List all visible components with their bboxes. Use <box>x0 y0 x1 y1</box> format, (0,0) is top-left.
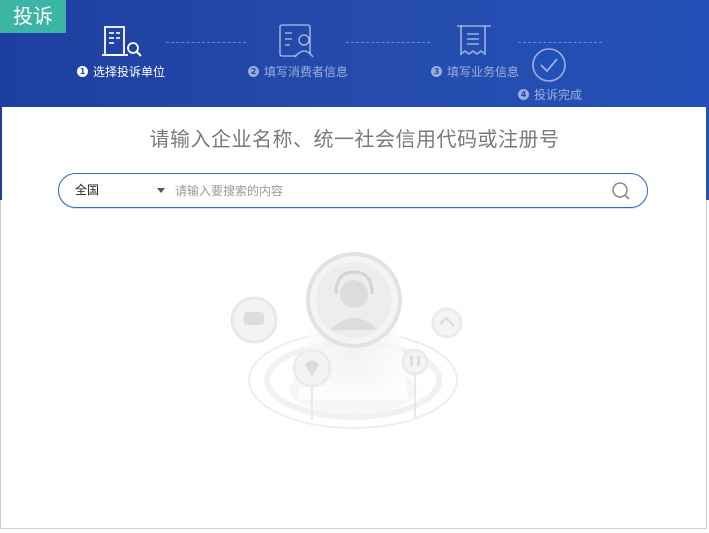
step-3-label[interactable]: 3 填写业务信息 <box>431 63 519 80</box>
customer-service-illustration <box>222 250 472 450</box>
step-number: 2 <box>248 66 259 77</box>
document-icon <box>456 24 492 58</box>
step-number: 4 <box>518 89 529 100</box>
step-1-label[interactable]: 1 选择投诉单位 <box>77 63 165 80</box>
step-2-label[interactable]: 2 填写消费者信息 <box>248 63 348 80</box>
user-card-icon <box>278 24 318 58</box>
complaint-badge: 投诉 <box>0 0 66 33</box>
building-search-icon <box>102 26 144 58</box>
search-icon[interactable] <box>611 181 633 201</box>
search-prompt: 请输入企业名称、统一社会信用代码或注册号 <box>149 127 560 151</box>
step-4-label[interactable]: 4 投诉完成 <box>518 86 582 103</box>
step-connector <box>518 42 602 43</box>
check-circle-icon <box>531 47 567 83</box>
step-number: 1 <box>77 66 88 77</box>
search-input[interactable] <box>175 178 595 203</box>
chevron-down-icon[interactable] <box>157 188 165 193</box>
search-bar: 全国 <box>58 173 648 208</box>
step-number: 3 <box>431 66 442 77</box>
region-select[interactable]: 全国 <box>75 174 99 207</box>
step-connector <box>166 42 246 43</box>
step-connector <box>346 42 430 43</box>
